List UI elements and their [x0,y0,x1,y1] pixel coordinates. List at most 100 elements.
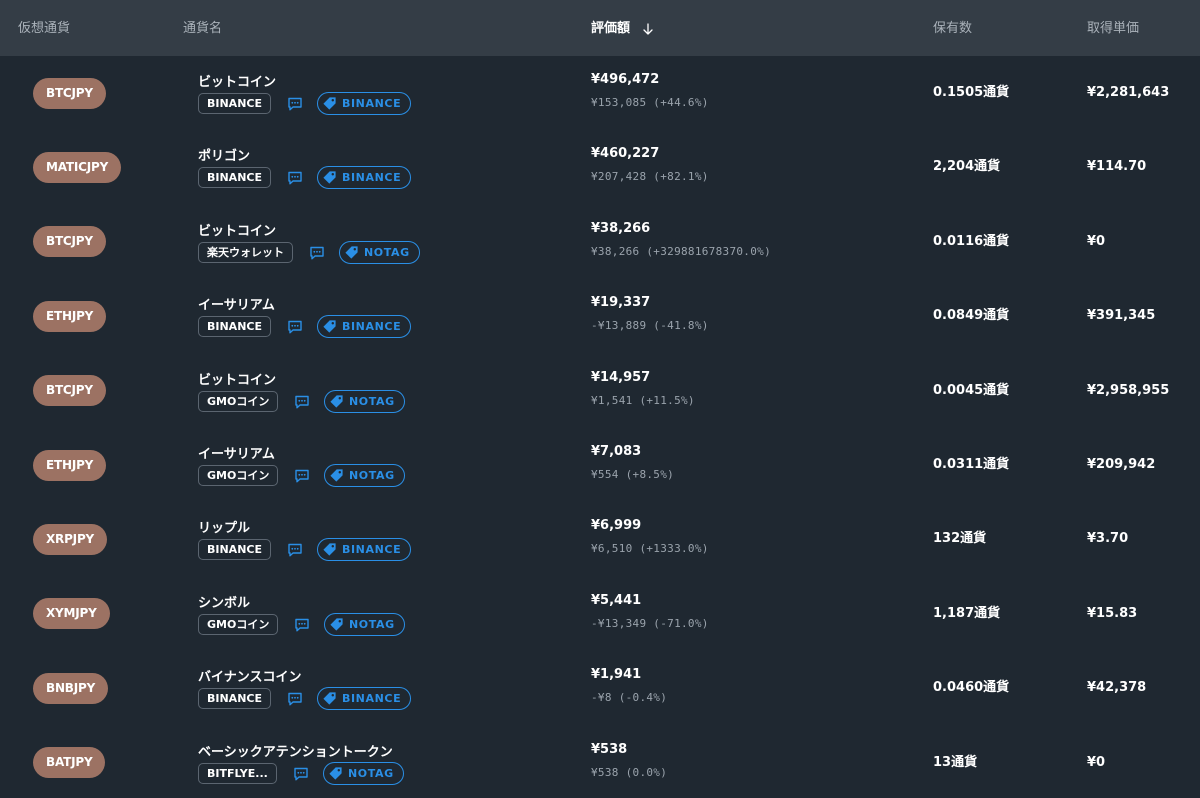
comment-icon[interactable] [294,394,310,410]
table-row[interactable]: BTCJPY ビットコイン BINANCE BINANCE ¥496,472 ¥153,0… [0,56,1200,130]
valuation: ¥6,999 [591,518,642,534]
comment-icon[interactable] [294,468,310,484]
exchange-badge: BINANCE [198,316,271,338]
tag-chip[interactable]: NOTAG [339,240,420,264]
tag-label: BINANCE [342,320,402,334]
gain-loss: -¥13,889 (-41.8%) [591,319,709,333]
acquisition-price: ¥15.83 [1087,605,1138,621]
symbol-pill[interactable]: ETHJPY [33,449,107,481]
valuation: ¥38,266 [591,220,651,236]
tag-icon [322,319,342,334]
tag-icon [329,468,349,483]
header-name[interactable]: 通貨名 [183,0,222,56]
currency-name: ベーシックアテンショントークン [198,744,393,760]
table-row[interactable]: ETHJPY イーサリアム GMOコイン NOTAG ¥7,083 ¥554 (+8.5%… [0,428,1200,502]
tag-label: NOTAG [349,617,395,631]
tag-icon [322,691,342,706]
exchange-badge: GMOコイン [198,613,279,635]
table-header: 仮想通貨 通貨名 評価額 保有数 取得単価 [0,0,1200,56]
tag-label: BINANCE [342,171,402,185]
symbol-pill[interactable]: BATJPY [33,747,106,779]
comment-icon[interactable] [287,691,303,707]
tag-chip[interactable]: NOTAG [324,464,405,487]
symbol-pill[interactable]: XYMJPY [33,598,110,630]
gain-loss: -¥13,349 (-71.0%) [591,616,709,630]
symbol-pill[interactable]: XRPJPY [33,524,108,556]
tag-chip[interactable]: BINANCE [317,166,412,190]
tag-icon [344,245,364,260]
gain-loss: ¥38,266 (+329881678370.0%) [591,244,771,258]
currency-name: イーサリアム [198,298,275,314]
table-row[interactable]: BTCJPY ビットコイン GMOコイン NOTAG ¥14,957 ¥1,541 (+1… [0,354,1200,428]
header-value[interactable]: 評価額 [591,0,653,56]
tag-icon [328,766,348,781]
exchange-badge: GMOコイン [198,465,279,486]
symbol-pill[interactable]: BNBJPY [33,672,109,704]
valuation: ¥460,227 [591,146,660,162]
holding-quantity: 0.0311通貨 [933,457,1010,472]
table-row[interactable]: BTCJPY ビットコイン 楽天ウォレット NOTAG ¥38,266 ¥38,266 (… [0,205,1200,279]
valuation: ¥14,957 [591,369,651,385]
table-row[interactable]: ETHJPY イーサリアム BINANCE BINANCE ¥19,337 -¥13,88… [0,279,1200,353]
tag-chip[interactable]: NOTAG [324,612,405,636]
tag-icon [322,96,342,111]
comment-icon[interactable] [287,319,303,335]
holding-quantity: 0.1505通貨 [933,85,1010,100]
comment-icon[interactable] [293,766,309,782]
currency-name: ビットコイン [198,223,277,239]
acquisition-price: ¥3.70 [1087,531,1129,547]
comment-icon[interactable] [309,245,325,261]
symbol-pill[interactable]: ETHJPY [33,300,107,332]
holding-quantity: 1,187通貨 [933,605,1001,621]
tag-label: BINANCE [342,543,402,557]
exchange-badge: BITFLYE... [198,762,277,784]
tag-label: BINANCE [342,97,402,110]
tag-chip[interactable]: NOTAG [324,389,405,413]
symbol-pill[interactable]: BTCJPY [33,226,106,258]
tag-chip[interactable]: BINANCE [317,687,412,711]
currency-name: ビットコイン [198,372,277,388]
gain-loss: -¥8 (-0.4%) [591,691,668,705]
comment-icon[interactable] [287,542,303,558]
tag-icon [322,170,342,185]
symbol-pill[interactable]: BTCJPY [33,375,106,407]
holding-quantity: 0.0460通貨 [933,680,1010,696]
currency-name: シンボル [198,595,251,611]
header-value-label: 評価額 [591,21,631,36]
header-price[interactable]: 取得単価 [1087,0,1139,56]
currency-name: バイナンスコイン [198,670,302,686]
valuation: ¥5,441 [591,592,642,608]
tag-label: BINANCE [342,692,402,706]
tag-chip[interactable]: BINANCE [317,315,412,339]
tag-icon [329,617,349,632]
header-asset[interactable]: 仮想通貨 [18,0,70,56]
table-row[interactable]: BNBJPY バイナンスコイン BINANCE BINANCE ¥1,941 -¥8 (-… [0,651,1200,725]
tag-chip[interactable]: BINANCE [317,92,412,115]
acquisition-price: ¥2,281,643 [1087,85,1170,100]
holding-quantity: 132通貨 [933,531,987,547]
holding-quantity: 0.0116通貨 [933,233,1010,249]
valuation: ¥19,337 [591,295,651,311]
acquisition-price: ¥2,958,955 [1087,382,1170,398]
table-row[interactable]: BATJPY ベーシックアテンショントークン BITFLYE... NOTAG ¥538… [0,726,1200,798]
tag-icon [329,394,349,409]
comment-icon[interactable] [294,617,310,633]
acquisition-price: ¥42,378 [1087,680,1147,696]
tag-chip[interactable]: NOTAG [323,761,404,785]
tag-label: NOTAG [348,766,394,780]
exchange-badge: BINANCE [198,93,271,114]
symbol-pill[interactable]: BTCJPY [33,77,106,109]
symbol-pill[interactable]: MATICJPY [33,152,122,184]
acquisition-price: ¥114.70 [1087,159,1147,175]
comment-icon[interactable] [287,170,303,186]
table-row[interactable]: MATICJPY ポリゴン BINANCE BINANCE ¥460,227 ¥207,4… [0,130,1200,204]
acquisition-price: ¥0 [1087,233,1106,249]
currency-name: ビットコイン [198,75,277,90]
table-row[interactable]: XRPJPY リップル BINANCE BINANCE ¥6,999 ¥6,510 (+1… [0,502,1200,576]
gain-loss: ¥207,428 (+82.1%) [591,170,709,184]
table-row[interactable]: XYMJPY シンボル GMOコイン NOTAG ¥5,441 -¥13,349 (-71… [0,577,1200,651]
header-qty[interactable]: 保有数 [933,0,972,56]
comment-icon[interactable] [287,96,303,112]
tag-chip[interactable]: BINANCE [317,538,412,562]
sort-down-arrow-icon [642,22,653,35]
